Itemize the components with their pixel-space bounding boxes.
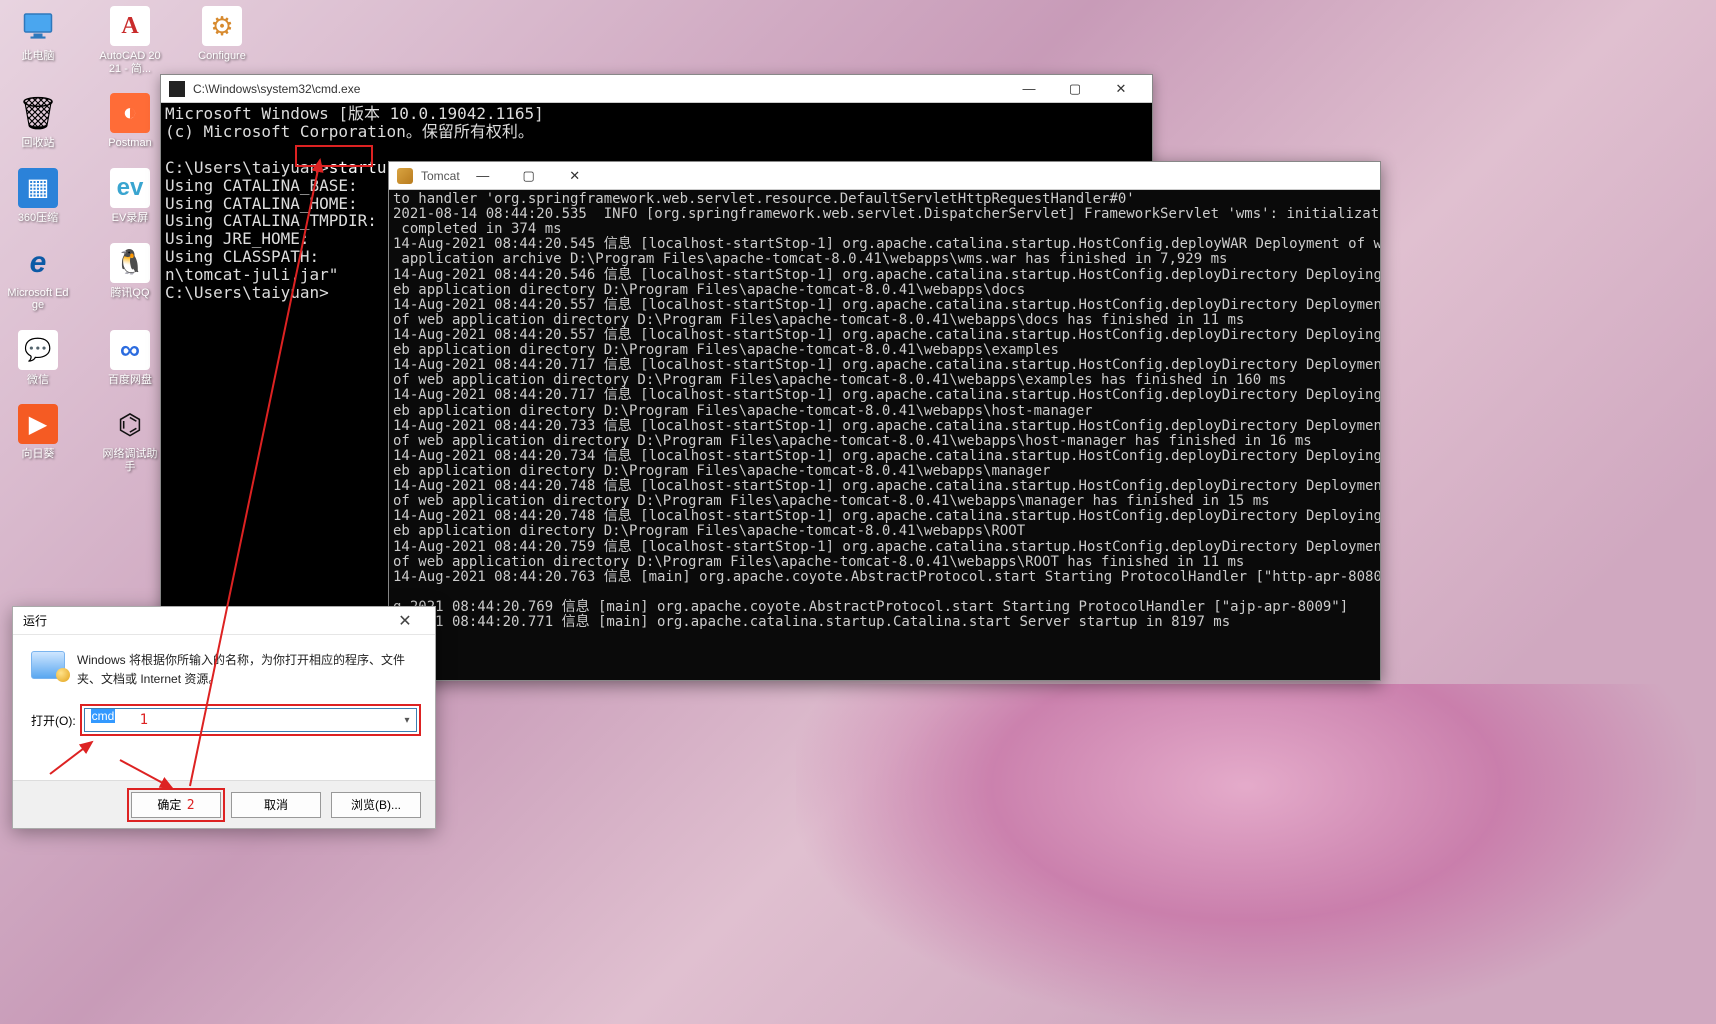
wechat-icon — [18, 330, 58, 370]
icon-qq[interactable]: 腾讯QQ — [98, 243, 162, 312]
icon-label: AutoCAD 2021 - 简... — [98, 50, 162, 75]
baidupan-icon — [110, 330, 150, 370]
icon-label: 此电脑 — [6, 50, 70, 63]
minimize-button[interactable]: — — [460, 162, 506, 190]
annotation-1: 1 — [140, 712, 148, 728]
close-button[interactable]: ✕ — [552, 162, 598, 190]
icon-ev[interactable]: ev EV录屏 — [98, 168, 162, 225]
close-button[interactable]: ✕ — [1098, 75, 1144, 103]
icon-edge[interactable]: Microsoft Edge — [6, 243, 70, 312]
wallpaper — [796, 684, 1696, 1024]
tomcat-window[interactable]: Tomcat — ▢ ✕ to handler 'org.springframe… — [388, 161, 1381, 681]
icon-this-pc[interactable]: 此电脑 — [6, 6, 70, 75]
icon-label: Microsoft Edge — [6, 287, 70, 312]
icon-label: 向日葵 — [6, 448, 70, 461]
postman-icon: ◐ — [110, 93, 150, 133]
run-footer: 确定 2 取消 浏览(B)... — [13, 780, 435, 828]
cancel-button[interactable]: 取消 — [231, 792, 321, 818]
icon-configure[interactable]: Configure — [190, 6, 254, 75]
minimize-button[interactable]: — — [1006, 75, 1052, 103]
icon-label: 360压缩 — [6, 212, 70, 225]
icon-label: 回收站 — [6, 137, 70, 150]
run-dialog[interactable]: 运行 ✕ Windows 将根据你所输入的名称，为你打开相应的程序、文件夹、文档… — [12, 606, 436, 829]
open-input[interactable]: cmd — [84, 708, 417, 732]
icon-autocad[interactable]: A AutoCAD 2021 - 简... — [98, 6, 162, 75]
tomcat-output[interactable]: to handler 'org.springframework.web.serv… — [389, 190, 1380, 632]
icon-label: EV录屏 — [98, 212, 162, 225]
ok-button[interactable]: 确定 2 — [131, 792, 221, 818]
icon-sunflower[interactable]: 向日葵 — [6, 404, 70, 473]
qq-icon — [110, 243, 150, 283]
icon-label: 腾讯QQ — [98, 287, 162, 300]
run-description: Windows 将根据你所输入的名称，为你打开相应的程序、文件夹、文档或 Int… — [77, 651, 417, 688]
cmd-title-icon — [169, 81, 185, 97]
tomcat-title-text: Tomcat — [421, 169, 460, 183]
netdebug-icon — [110, 404, 150, 444]
icon-recycle-bin[interactable]: 回收站 — [6, 93, 70, 150]
run-body: Windows 将根据你所输入的名称，为你打开相应的程序、文件夹、文档或 Int… — [13, 635, 435, 742]
icon-label: Postman — [98, 137, 162, 150]
icon-wechat[interactable]: 微信 — [6, 330, 70, 387]
icon-baidupan[interactable]: 百度网盘 — [98, 330, 162, 387]
ev-icon: ev — [110, 168, 150, 208]
annotation-2: 2 — [187, 798, 195, 813]
cmd-title-text: C:\Windows\system32\cmd.exe — [193, 82, 360, 96]
cmd-titlebar[interactable]: C:\Windows\system32\cmd.exe — ▢ ✕ — [161, 75, 1152, 103]
run-titlebar[interactable]: 运行 ✕ — [13, 607, 435, 635]
run-title-text: 运行 — [23, 612, 47, 629]
sunflower-icon — [18, 404, 58, 444]
tomcat-titlebar[interactable]: Tomcat — ▢ ✕ — [389, 162, 1380, 190]
close-button[interactable]: ✕ — [385, 611, 425, 631]
icon-label: 网络调试助手 — [98, 448, 162, 473]
icon-postman[interactable]: ◐ Postman — [98, 93, 162, 150]
icon-netdebug[interactable]: 网络调试助手 — [98, 404, 162, 473]
autocad-icon: A — [110, 6, 150, 46]
maximize-button[interactable]: ▢ — [1052, 75, 1098, 103]
icon-label: 百度网盘 — [98, 374, 162, 387]
recycle-icon — [18, 93, 58, 133]
edge-icon — [18, 243, 58, 283]
run-icon — [31, 651, 65, 679]
zip-icon: ▦ — [18, 168, 58, 208]
java-icon — [397, 168, 413, 184]
open-field-wrap: cmd ▾ 1 — [84, 708, 417, 732]
icon-label: Configure — [190, 50, 254, 63]
icon-label: 微信 — [6, 374, 70, 387]
browse-button[interactable]: 浏览(B)... — [331, 792, 421, 818]
open-label: 打开(O): — [31, 712, 76, 729]
maximize-button[interactable]: ▢ — [506, 162, 552, 190]
pc-icon — [18, 6, 58, 46]
gear-icon — [202, 6, 242, 46]
icon-360zip[interactable]: ▦ 360压缩 — [6, 168, 70, 225]
